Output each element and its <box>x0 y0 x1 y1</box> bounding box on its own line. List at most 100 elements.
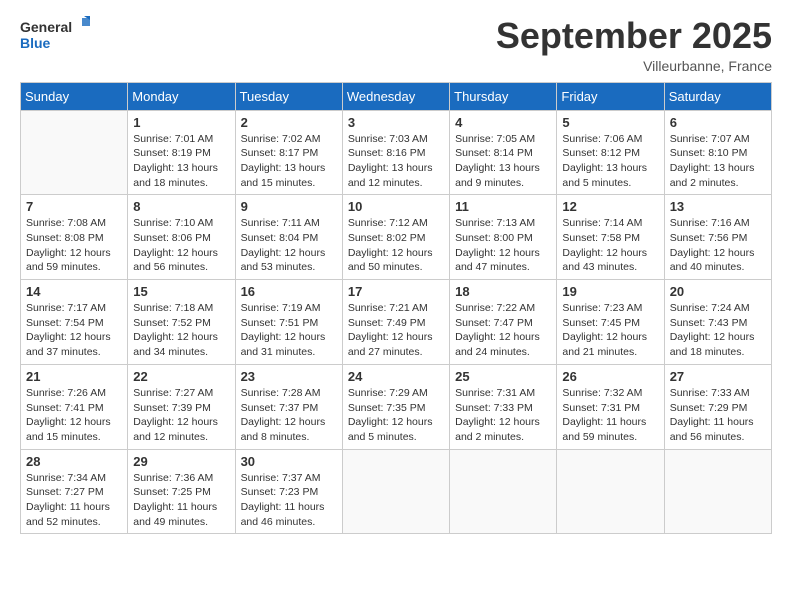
cell-info: Sunrise: 7:17 AMSunset: 7:54 PMDaylight:… <box>26 301 122 360</box>
table-row: 16 Sunrise: 7:19 AMSunset: 7:51 PMDayligh… <box>235 280 342 365</box>
col-sunday: Sunday <box>21 82 128 110</box>
table-row: 6 Sunrise: 7:07 AMSunset: 8:10 PMDaylight… <box>664 110 771 195</box>
cell-info: Sunrise: 7:01 AMSunset: 8:19 PMDaylight:… <box>133 132 229 191</box>
day-number: 19 <box>562 284 658 299</box>
col-tuesday: Tuesday <box>235 82 342 110</box>
table-row: 7Sunrise: 7:08 AMSunset: 8:08 PMDaylight… <box>21 195 128 280</box>
header-row: Sunday Monday Tuesday Wednesday Thursday… <box>21 82 772 110</box>
cell-info: Sunrise: 7:10 AMSunset: 8:06 PMDaylight:… <box>133 216 229 275</box>
col-monday: Monday <box>128 82 235 110</box>
cell-info: Sunrise: 7:21 AMSunset: 7:49 PMDaylight:… <box>348 301 444 360</box>
day-number: 9 <box>241 199 337 214</box>
cell-info: Sunrise: 7:16 AMSunset: 7:56 PMDaylight:… <box>670 216 766 275</box>
cell-info: Sunrise: 7:11 AMSunset: 8:04 PMDaylight:… <box>241 216 337 275</box>
day-number: 16 <box>241 284 337 299</box>
cell-info: Sunrise: 7:28 AMSunset: 7:37 PMDaylight:… <box>241 386 337 445</box>
day-number: 26 <box>562 369 658 384</box>
cell-info: Sunrise: 7:27 AMSunset: 7:39 PMDaylight:… <box>133 386 229 445</box>
table-row: 2 Sunrise: 7:02 AMSunset: 8:17 PMDaylight… <box>235 110 342 195</box>
calendar-table: Sunday Monday Tuesday Wednesday Thursday… <box>20 82 772 535</box>
table-row: 4 Sunrise: 7:05 AMSunset: 8:14 PMDaylight… <box>450 110 557 195</box>
table-row: 11 Sunrise: 7:13 AMSunset: 8:00 PMDayligh… <box>450 195 557 280</box>
day-number: 24 <box>348 369 444 384</box>
cell-info: Sunrise: 7:18 AMSunset: 7:52 PMDaylight:… <box>133 301 229 360</box>
table-row <box>664 449 771 534</box>
header: General Blue September 2025 Villeurbanne… <box>20 16 772 74</box>
table-row: 30 Sunrise: 7:37 AMSunset: 7:23 PMDayligh… <box>235 449 342 534</box>
day-number: 5 <box>562 115 658 130</box>
table-row: 19 Sunrise: 7:23 AMSunset: 7:45 PMDayligh… <box>557 280 664 365</box>
cell-info: Sunrise: 7:06 AMSunset: 8:12 PMDaylight:… <box>562 132 658 191</box>
cell-info: Sunrise: 7:34 AMSunset: 7:27 PMDaylight:… <box>26 471 122 530</box>
table-row: 15 Sunrise: 7:18 AMSunset: 7:52 PMDayligh… <box>128 280 235 365</box>
table-row: 3 Sunrise: 7:03 AMSunset: 8:16 PMDaylight… <box>342 110 449 195</box>
day-number: 22 <box>133 369 229 384</box>
table-row: 12 Sunrise: 7:14 AMSunset: 7:58 PMDayligh… <box>557 195 664 280</box>
day-number: 15 <box>133 284 229 299</box>
day-number: 25 <box>455 369 551 384</box>
day-number: 20 <box>670 284 766 299</box>
calendar-page: General Blue September 2025 Villeurbanne… <box>0 0 792 612</box>
cell-info: Sunrise: 7:14 AMSunset: 7:58 PMDaylight:… <box>562 216 658 275</box>
day-number: 28 <box>26 454 122 469</box>
logo-svg: General Blue <box>20 16 90 54</box>
table-row: 13 Sunrise: 7:16 AMSunset: 7:56 PMDayligh… <box>664 195 771 280</box>
cell-info: Sunrise: 7:26 AMSunset: 7:41 PMDaylight:… <box>26 386 122 445</box>
logo: General Blue <box>20 16 90 54</box>
table-row: 5 Sunrise: 7:06 AMSunset: 8:12 PMDaylight… <box>557 110 664 195</box>
cell-info: Sunrise: 7:29 AMSunset: 7:35 PMDaylight:… <box>348 386 444 445</box>
cell-info: Sunrise: 7:24 AMSunset: 7:43 PMDaylight:… <box>670 301 766 360</box>
col-thursday: Thursday <box>450 82 557 110</box>
table-row: 21Sunrise: 7:26 AMSunset: 7:41 PMDayligh… <box>21 364 128 449</box>
day-number: 3 <box>348 115 444 130</box>
day-number: 29 <box>133 454 229 469</box>
cell-info: Sunrise: 7:36 AMSunset: 7:25 PMDaylight:… <box>133 471 229 530</box>
table-row <box>21 110 128 195</box>
table-row: 27 Sunrise: 7:33 AMSunset: 7:29 PMDayligh… <box>664 364 771 449</box>
table-row: 17Sunrise: 7:21 AMSunset: 7:49 PMDayligh… <box>342 280 449 365</box>
table-row: 29 Sunrise: 7:36 AMSunset: 7:25 PMDayligh… <box>128 449 235 534</box>
table-row: 26Sunrise: 7:32 AMSunset: 7:31 PMDayligh… <box>557 364 664 449</box>
day-number: 27 <box>670 369 766 384</box>
day-number: 13 <box>670 199 766 214</box>
cell-info: Sunrise: 7:22 AMSunset: 7:47 PMDaylight:… <box>455 301 551 360</box>
cell-info: Sunrise: 7:08 AMSunset: 8:08 PMDaylight:… <box>26 216 122 275</box>
table-row: 24 Sunrise: 7:29 AMSunset: 7:35 PMDayligh… <box>342 364 449 449</box>
day-number: 12 <box>562 199 658 214</box>
table-row: 23Sunrise: 7:28 AMSunset: 7:37 PMDayligh… <box>235 364 342 449</box>
title-area: September 2025 Villeurbanne, France <box>496 16 772 74</box>
cell-info: Sunrise: 7:37 AMSunset: 7:23 PMDaylight:… <box>241 471 337 530</box>
day-number: 4 <box>455 115 551 130</box>
day-number: 11 <box>455 199 551 214</box>
col-wednesday: Wednesday <box>342 82 449 110</box>
table-row: 9 Sunrise: 7:11 AMSunset: 8:04 PMDaylight… <box>235 195 342 280</box>
cell-info: Sunrise: 7:07 AMSunset: 8:10 PMDaylight:… <box>670 132 766 191</box>
table-row: 20 Sunrise: 7:24 AMSunset: 7:43 PMDayligh… <box>664 280 771 365</box>
cell-info: Sunrise: 7:23 AMSunset: 7:45 PMDaylight:… <box>562 301 658 360</box>
cell-info: Sunrise: 7:19 AMSunset: 7:51 PMDaylight:… <box>241 301 337 360</box>
day-number: 18 <box>455 284 551 299</box>
day-number: 8 <box>133 199 229 214</box>
cell-info: Sunrise: 7:13 AMSunset: 8:00 PMDaylight:… <box>455 216 551 275</box>
cell-info: Sunrise: 7:02 AMSunset: 8:17 PMDaylight:… <box>241 132 337 191</box>
day-number: 6 <box>670 115 766 130</box>
cell-info: Sunrise: 7:03 AMSunset: 8:16 PMDaylight:… <box>348 132 444 191</box>
day-number: 1 <box>133 115 229 130</box>
location: Villeurbanne, France <box>496 58 772 74</box>
table-row: 25 Sunrise: 7:31 AMSunset: 7:33 PMDayligh… <box>450 364 557 449</box>
table-row: 8 Sunrise: 7:10 AMSunset: 8:06 PMDaylight… <box>128 195 235 280</box>
table-row: 22 Sunrise: 7:27 AMSunset: 7:39 PMDayligh… <box>128 364 235 449</box>
cell-info: Sunrise: 7:33 AMSunset: 7:29 PMDaylight:… <box>670 386 766 445</box>
day-number: 10 <box>348 199 444 214</box>
col-friday: Friday <box>557 82 664 110</box>
table-row <box>342 449 449 534</box>
col-saturday: Saturday <box>664 82 771 110</box>
table-row <box>450 449 557 534</box>
svg-text:Blue: Blue <box>20 35 51 51</box>
cell-info: Sunrise: 7:31 AMSunset: 7:33 PMDaylight:… <box>455 386 551 445</box>
day-number: 2 <box>241 115 337 130</box>
day-number: 30 <box>241 454 337 469</box>
table-row <box>557 449 664 534</box>
cell-info: Sunrise: 7:12 AMSunset: 8:02 PMDaylight:… <box>348 216 444 275</box>
cell-info: Sunrise: 7:05 AMSunset: 8:14 PMDaylight:… <box>455 132 551 191</box>
